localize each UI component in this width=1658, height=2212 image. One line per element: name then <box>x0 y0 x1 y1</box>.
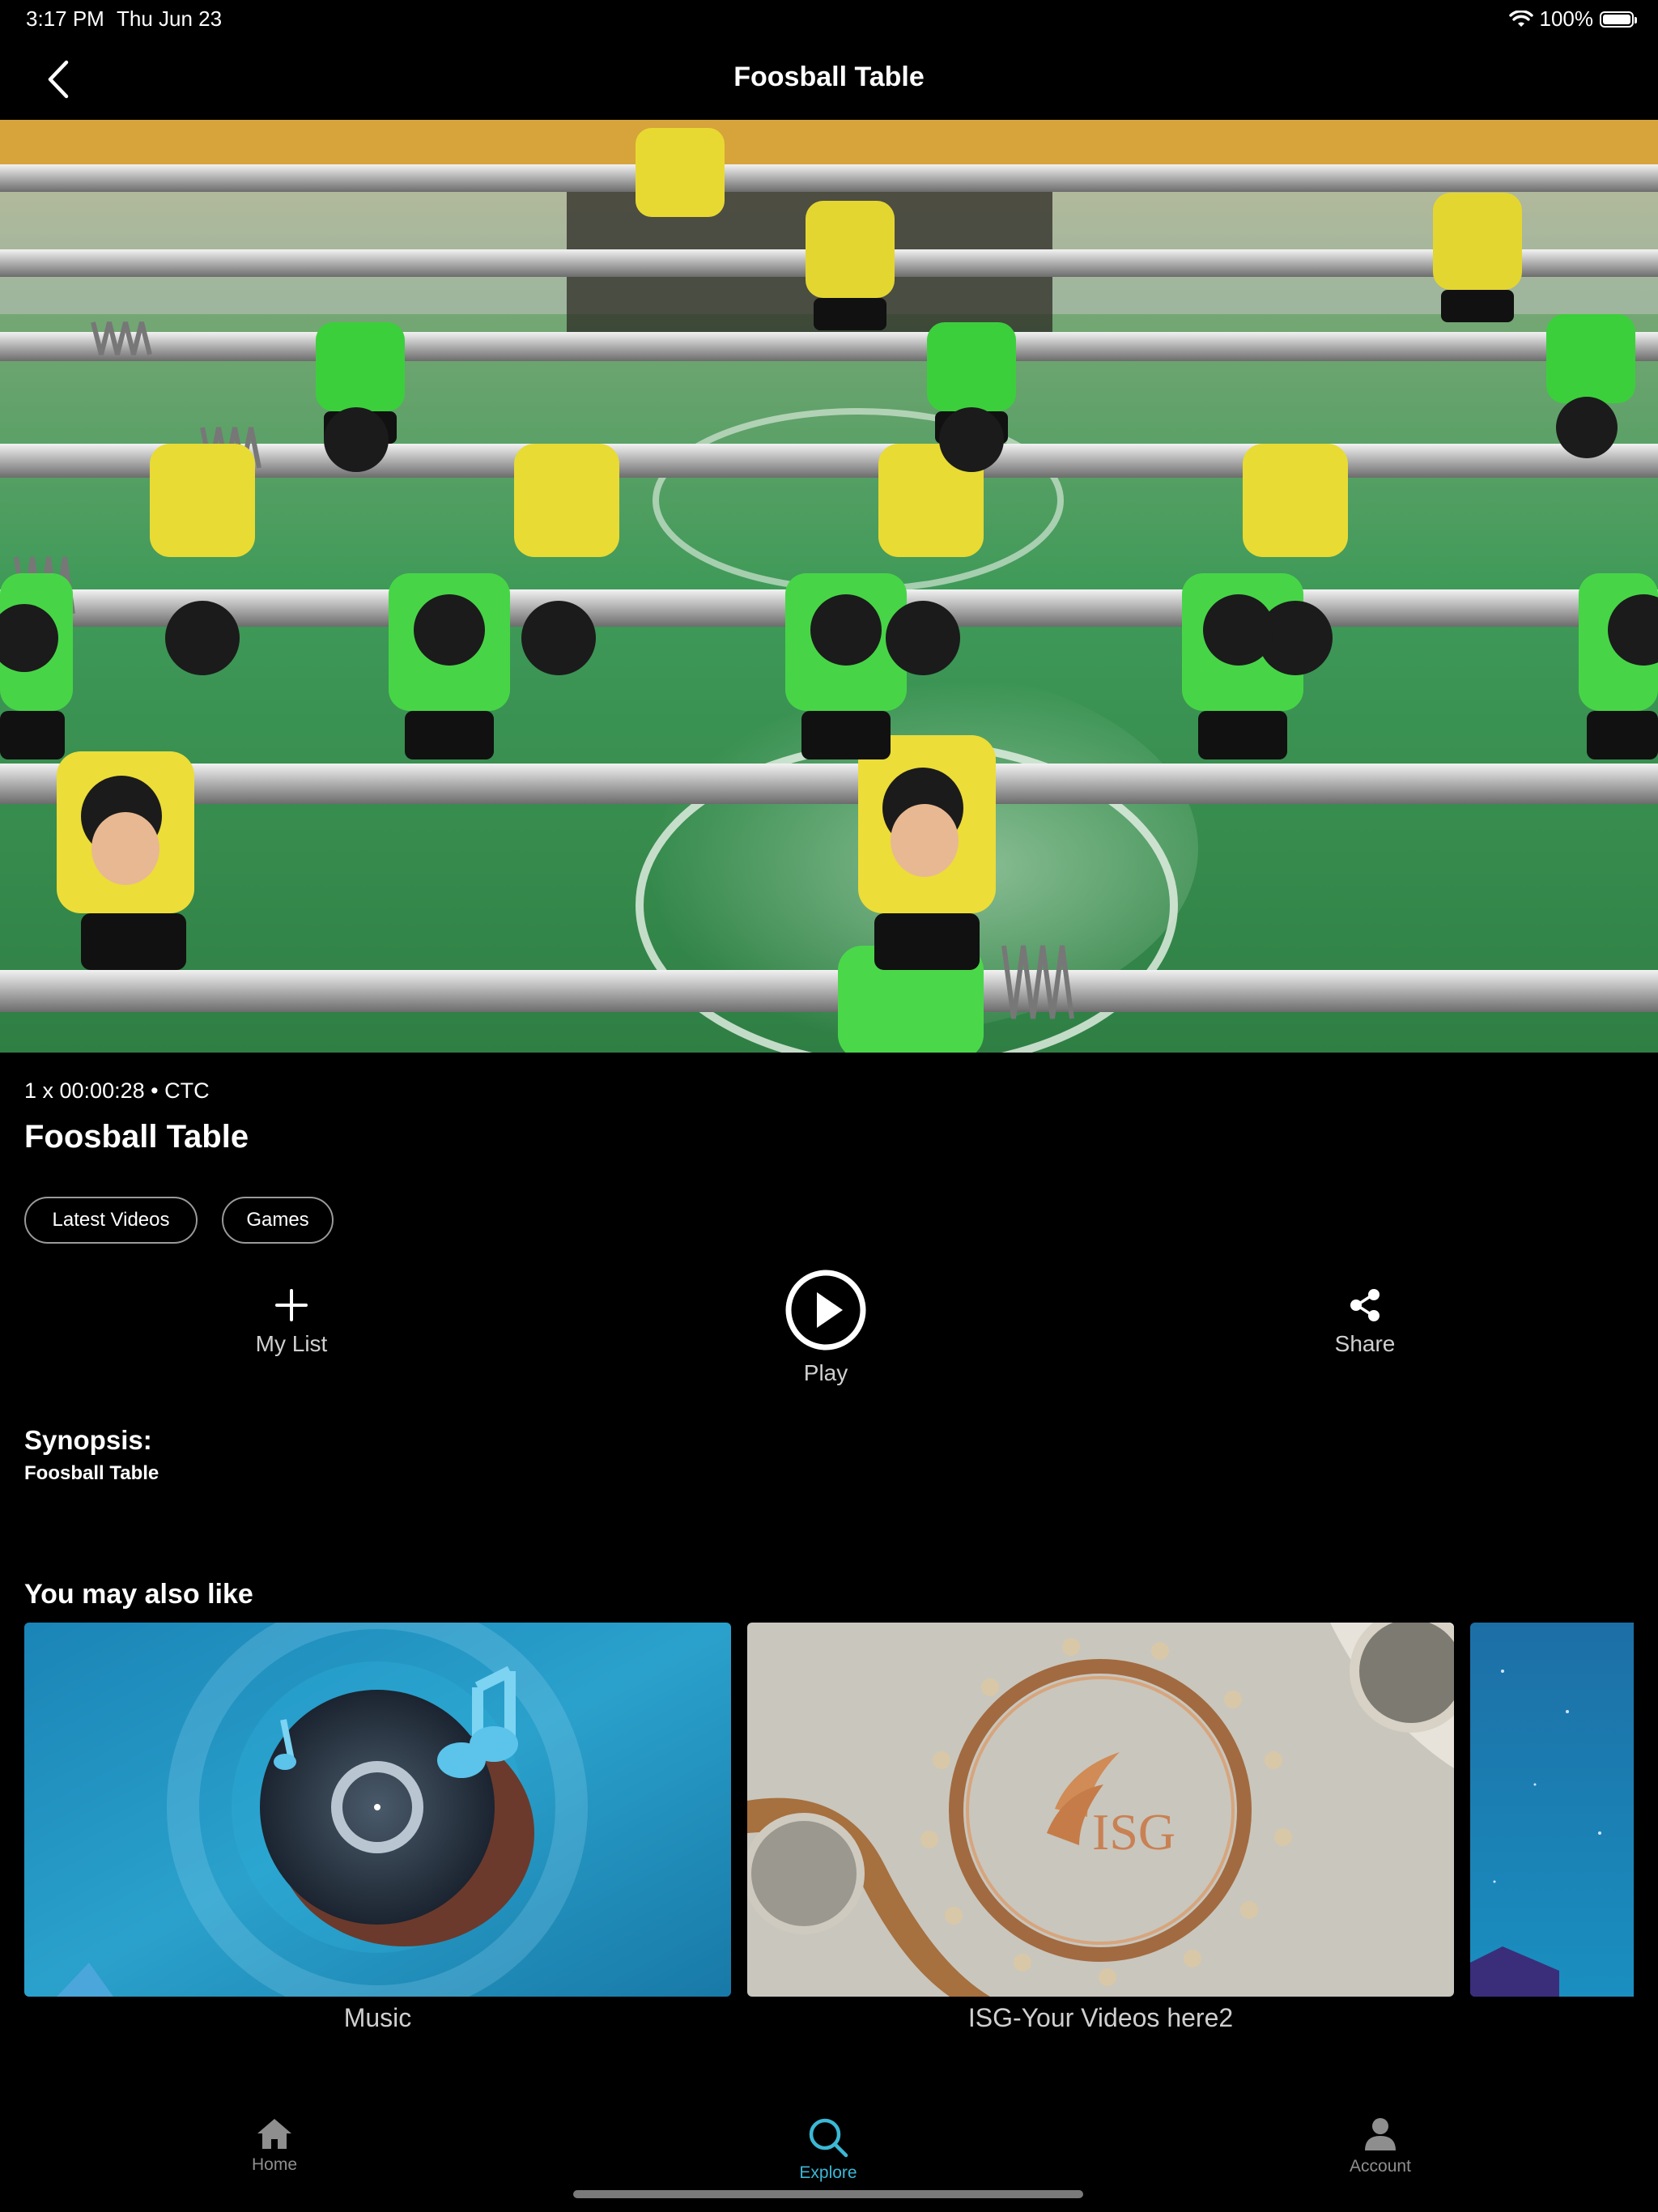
tab-explore-label: Explore <box>799 2163 857 2182</box>
search-icon <box>809 2118 848 2158</box>
tab-home-label: Home <box>251 2155 298 2174</box>
card-title: ISG-Your Videos here2 <box>967 2003 1234 2032</box>
wifi-icon <box>1508 10 1533 27</box>
status-indicators: 100% <box>1508 6 1637 32</box>
tag-games[interactable]: Games <box>222 1197 334 1244</box>
battery-percent: 100% <box>1539 6 1594 31</box>
synopsis-label: Synopsis: <box>24 1425 152 1455</box>
tab-account-label: Account <box>1350 2157 1411 2176</box>
status-date: Thu Jun 23 <box>117 6 223 31</box>
card-title: Music <box>343 2003 412 2032</box>
play-label: Play <box>803 1360 848 1385</box>
synopsis-text: Foosball Table <box>24 1462 159 1484</box>
play-circle-icon <box>785 1270 866 1351</box>
battery-icon <box>1600 11 1637 28</box>
status-time: 3:17 PM <box>26 6 104 31</box>
nav-title: Foosball Table <box>733 62 925 92</box>
tab-account[interactable]: Account <box>1299 2116 1461 2176</box>
recommendation-card-isg[interactable]: ISG <box>747 1623 1454 1997</box>
my-list-label: My List <box>255 1331 328 1356</box>
plus-icon <box>275 1289 308 1321</box>
video-meta: 1 x 00:00:28 • CTC <box>24 1078 210 1103</box>
home-indicator <box>573 2190 1083 2198</box>
hero-video-thumbnail[interactable] <box>0 120 1658 1053</box>
tab-home[interactable]: Home <box>193 2116 355 2175</box>
recommendation-card-partial[interactable] <box>1470 1623 1634 1997</box>
isg-logo-text: ISG <box>1092 1803 1175 1861</box>
isg-thumbnail: ISG <box>747 1623 1454 1997</box>
tag-latest-videos[interactable]: Latest Videos <box>24 1197 198 1244</box>
share-button[interactable]: Share <box>1284 1287 1446 1357</box>
my-list-button[interactable]: My List <box>210 1287 372 1357</box>
share-label: Share <box>1334 1331 1396 1356</box>
music-thumbnail <box>24 1623 731 1997</box>
space-thumbnail <box>1470 1623 1634 1997</box>
section-heading: You may also like <box>24 1579 253 1610</box>
recommendation-card-music[interactable] <box>24 1623 731 1997</box>
video-title: Foosball Table <box>24 1119 249 1155</box>
home-icon <box>257 2119 291 2149</box>
play-button[interactable]: Play <box>745 1268 907 1386</box>
foosball-image <box>0 120 1658 1053</box>
tab-explore[interactable]: Explore <box>747 2116 909 2183</box>
share-icon <box>1350 1289 1380 1321</box>
person-icon <box>1365 2118 1396 2150</box>
